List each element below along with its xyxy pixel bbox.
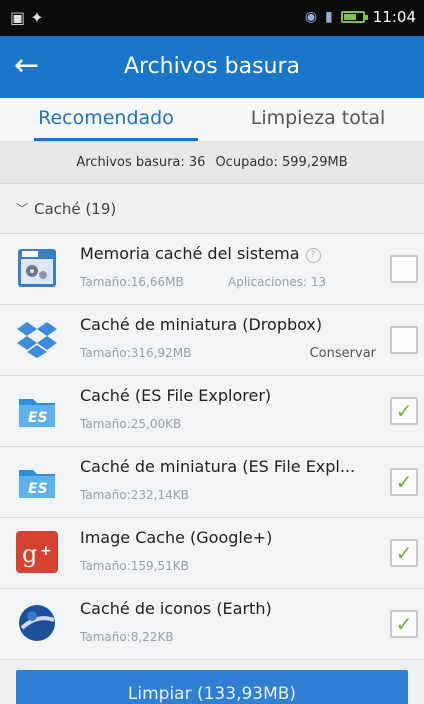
item-title: Caché (ES File Explorer) bbox=[80, 386, 272, 405]
es-file-explorer-icon: ES bbox=[16, 460, 58, 502]
app-bar: ← Archivos basura bbox=[0, 36, 424, 98]
clean-button[interactable]: Limpiar (133,93MB) bbox=[16, 670, 408, 704]
item-checkbox[interactable] bbox=[390, 326, 418, 354]
list-item[interactable]: ES Caché (ES File Explorer) Tamaño:25,00… bbox=[0, 376, 424, 447]
item-checkbox[interactable]: ✓ bbox=[390, 468, 418, 496]
list-item[interactable]: Memoria caché del sistema? Tamaño:16,66M… bbox=[0, 234, 424, 305]
system-cache-icon bbox=[16, 247, 58, 289]
page-title: Archivos basura bbox=[123, 54, 301, 79]
item-checkbox[interactable] bbox=[390, 255, 418, 283]
list-item[interactable]: g + Image Cache (Google+) Tamaño:159,51K… bbox=[0, 518, 424, 589]
cache-list: Memoria caché del sistema? Tamaño:16,66M… bbox=[0, 234, 424, 660]
item-title: Caché de miniatura (Dropbox) bbox=[80, 315, 323, 334]
item-apps-count: Aplicaciones: 13 bbox=[228, 275, 327, 289]
svg-text:g: g bbox=[22, 540, 37, 568]
item-checkbox[interactable]: ✓ bbox=[390, 539, 418, 567]
summary-bar: Archivos basura: 36 Ocupado: 599,29MB bbox=[0, 142, 424, 184]
cache-section-header[interactable]: ﹀ Caché (19) bbox=[0, 184, 424, 234]
status-time: 11:04 bbox=[372, 8, 416, 26]
keep-label: Conservar bbox=[309, 346, 376, 361]
svg-text:ES: ES bbox=[28, 481, 48, 497]
item-size: Tamaño:25,00KB bbox=[80, 417, 182, 431]
item-size: Tamaño:316,92MB bbox=[80, 346, 192, 360]
chevron-down-icon: ﹀ bbox=[16, 202, 29, 216]
help-icon[interactable]: ? bbox=[305, 248, 321, 263]
check-icon: ✓ bbox=[395, 399, 413, 423]
signal-icon: ▮ bbox=[325, 9, 333, 25]
item-title: Image Cache (Google+) bbox=[80, 528, 273, 547]
wifi-icon: ◉ bbox=[304, 9, 318, 25]
list-item[interactable]: Caché de miniatura (Dropbox) Tamaño:316,… bbox=[0, 305, 424, 376]
check-icon: ✓ bbox=[395, 541, 413, 565]
svg-text:+: + bbox=[40, 543, 52, 559]
tab-bar: Recomendado Limpieza total bbox=[0, 98, 424, 142]
status-right: ◉ ▮ 11:04 bbox=[305, 8, 416, 26]
google-earth-icon bbox=[16, 602, 58, 644]
junk-count: Archivos basura: 36 bbox=[76, 155, 206, 170]
google-plus-icon: g + bbox=[16, 531, 58, 573]
item-title: Memoria caché del sistema? bbox=[80, 244, 380, 263]
dropbox-icon bbox=[16, 318, 58, 360]
item-checkbox[interactable]: ✓ bbox=[390, 397, 418, 425]
es-file-explorer-icon: ES bbox=[16, 389, 58, 431]
item-checkbox[interactable]: ✓ bbox=[390, 610, 418, 638]
notification-icons: ▣ ✦ bbox=[10, 8, 44, 27]
item-size: Tamaño:159,51KB bbox=[80, 559, 189, 573]
occupied-size: Ocupado: 599,29MB bbox=[215, 155, 348, 170]
tab-recomendado[interactable]: Recomendado bbox=[0, 98, 212, 141]
item-title: Caché de iconos (Earth) bbox=[80, 599, 272, 618]
check-icon: ✓ bbox=[395, 470, 413, 494]
tab-limpieza-total[interactable]: Limpieza total bbox=[212, 98, 424, 141]
list-item[interactable]: Caché de iconos (Earth) Tamaño:8,22KB ✓ bbox=[0, 589, 424, 660]
section-label: Caché (19) bbox=[34, 199, 117, 218]
item-size: Tamaño:8,22KB bbox=[80, 630, 174, 644]
item-size: Tamaño:232,14KB bbox=[80, 488, 189, 502]
item-size: Tamaño:16,66MB bbox=[80, 275, 184, 289]
battery-icon bbox=[340, 11, 368, 23]
status-bar: ▣ ✦ ◉ ▮ 11:04 bbox=[0, 0, 424, 36]
svg-text:ES: ES bbox=[28, 410, 48, 426]
list-item[interactable]: ES Caché de miniatura (ES File Expl... T… bbox=[0, 447, 424, 518]
item-title: Caché de miniatura (ES File Expl... bbox=[80, 457, 356, 476]
check-icon: ✓ bbox=[395, 612, 413, 636]
